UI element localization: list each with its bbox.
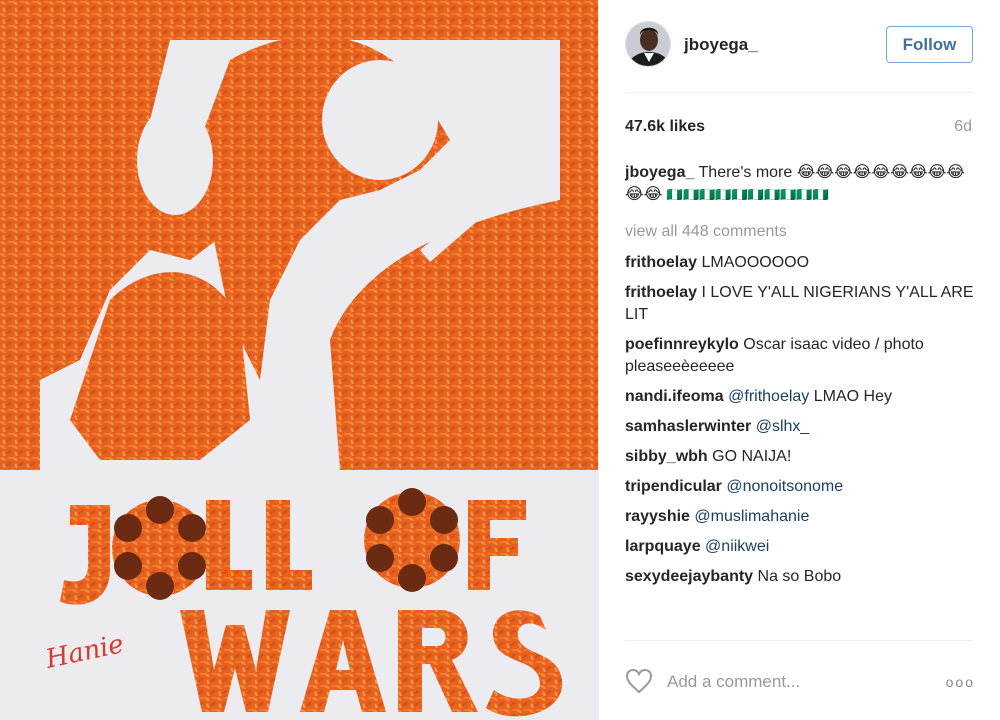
avatar[interactable] — [625, 21, 671, 67]
comment-item: frithoelay I LOVE Y'ALL NIGERIANS Y'ALL … — [625, 282, 975, 326]
comment-text: Na so Bobo — [757, 568, 842, 585]
post-caption: jboyega_ There's more 😂😂😂😂😂😂😂😂😂😂😂 🇳🇬🇳🇬🇳🇬… — [625, 162, 975, 207]
comments-list[interactable]: jboyega_ There's more 😂😂😂😂😂😂😂😂😂😂😂 🇳🇬🇳🇬🇳🇬… — [625, 162, 975, 640]
comment-username[interactable]: samhaslerwinter — [625, 418, 751, 435]
caption-flags: 🇳🇬🇳🇬🇳🇬🇳🇬🇳🇬🇳🇬🇳🇬🇳🇬🇳🇬🇳🇬 — [666, 188, 829, 203]
comment-username[interactable]: poefinnreykylo — [625, 336, 739, 353]
comment-item: samhaslerwinter @slhx_ — [625, 416, 975, 438]
follow-button[interactable]: Follow — [886, 26, 973, 63]
jollof-wars-artwork: Hanie — [0, 0, 598, 720]
header-divider — [625, 92, 973, 93]
comment-text: LMAOOOOOO — [701, 254, 810, 271]
post-timestamp[interactable]: 6d — [954, 118, 972, 136]
comments-divider — [625, 640, 973, 641]
comment-username[interactable]: sibby_wbh — [625, 448, 708, 465]
comment-item: larpquaye @niikwei — [625, 536, 975, 558]
comment-username[interactable]: nandi.ifeoma — [625, 388, 724, 405]
comment-item: tripendicular @nonoitsonome — [625, 476, 975, 498]
view-all-comments-link[interactable]: view all 448 comments — [625, 221, 975, 243]
comment-text: GO NAIJA! — [712, 448, 792, 465]
comment-item: sexydeejaybanty Na so Bobo — [625, 566, 975, 588]
comment-bar: ooo — [599, 652, 1000, 712]
comment-username[interactable]: larpquaye — [625, 538, 701, 555]
post-username[interactable]: jboyega_ — [684, 35, 758, 55]
post-header: jboyega_ Follow — [599, 0, 1000, 92]
comment-mention[interactable]: @slhx_ — [756, 418, 810, 435]
comment-mention[interactable]: @muslimahanie — [694, 508, 809, 525]
comment-mention[interactable]: @frithoelay — [728, 388, 809, 405]
comment-text: LMAO Hey — [813, 388, 893, 405]
comment-item: rayyshie @muslimahanie — [625, 506, 975, 528]
comment-item: nandi.ifeoma @frithoelay LMAO Hey — [625, 386, 975, 408]
likes-count[interactable]: 47.6k likes — [625, 118, 705, 136]
comment-mention[interactable]: @nonoitsonome — [726, 478, 843, 495]
comment-item: poefinnreykylo Oscar isaac video / photo… — [625, 334, 975, 378]
comment-username[interactable]: sexydeejaybanty — [625, 568, 753, 585]
comment-username[interactable]: tripendicular — [625, 478, 722, 495]
comment-username[interactable]: frithoelay — [625, 254, 697, 271]
heart-icon[interactable] — [625, 668, 653, 694]
comment-username[interactable]: rayyshie — [625, 508, 690, 525]
comment-mention[interactable]: @niikwei — [705, 538, 769, 555]
post-details-panel: jboyega_ Follow 47.6k likes 6d jboyega_ … — [598, 0, 1000, 720]
comment-item: frithoelay LMAOOOOOO — [625, 252, 975, 274]
add-comment-input[interactable] — [667, 670, 927, 694]
comment-item: sibby_wbh GO NAIJA! — [625, 446, 975, 468]
profile-picture-icon — [626, 22, 670, 66]
post-photo[interactable]: Hanie — [0, 0, 598, 720]
comment-username[interactable]: frithoelay — [625, 284, 697, 301]
caption-username[interactable]: jboyega_ — [625, 164, 694, 181]
more-options-icon[interactable]: ooo — [946, 674, 975, 690]
